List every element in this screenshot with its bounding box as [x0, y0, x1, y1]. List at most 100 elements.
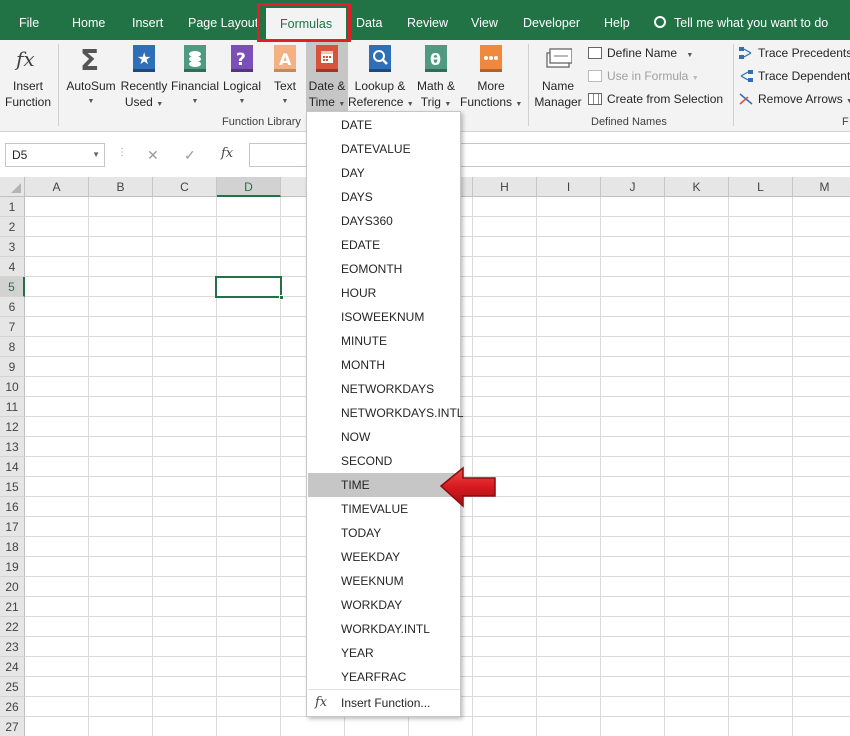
tab-home[interactable]: Home — [72, 0, 105, 40]
tab-page-layout[interactable]: Page Layout — [188, 0, 258, 40]
row-header-3[interactable]: 3 — [0, 237, 25, 257]
function-item-today[interactable]: TODAY — [308, 521, 460, 545]
math-trig-button[interactable]: θ Math & Trig ▼ — [413, 44, 459, 113]
row-header-24[interactable]: 24 — [0, 657, 25, 677]
column-header-b[interactable]: B — [89, 177, 153, 197]
row-header-4[interactable]: 4 — [0, 257, 25, 277]
define-name-button[interactable]: Define Name ▼ — [588, 43, 693, 63]
text-button[interactable]: A Text ▼ — [268, 44, 302, 110]
insert-function-fx-icon[interactable]: fx — [221, 146, 233, 161]
insert-function-menu-label: Insert Function... — [341, 696, 431, 710]
lookup-reference-button[interactable]: Lookup & Reference ▼ — [348, 44, 414, 113]
function-item-days360[interactable]: DAYS360 — [308, 209, 460, 233]
row-header-23[interactable]: 23 — [0, 637, 25, 657]
function-item-time[interactable]: TIME — [308, 473, 460, 497]
select-all-corner[interactable] — [0, 177, 25, 197]
more-functions-button[interactable]: More Functions ▼ — [460, 44, 522, 113]
function-item-day[interactable]: DAY — [308, 161, 460, 185]
autosum-button[interactable]: Σ AutoSum ▼ — [63, 44, 119, 110]
cancel-x-icon[interactable]: ✕ — [147, 147, 159, 164]
column-header-k[interactable]: K — [665, 177, 729, 197]
row-header-16[interactable]: 16 — [0, 497, 25, 517]
row-header-19[interactable]: 19 — [0, 557, 25, 577]
row-header-22[interactable]: 22 — [0, 617, 25, 637]
row-header-14[interactable]: 14 — [0, 457, 25, 477]
column-header-i[interactable]: I — [537, 177, 601, 197]
function-item-weekday[interactable]: WEEKDAY — [308, 545, 460, 569]
function-item-now[interactable]: NOW — [308, 425, 460, 449]
function-item-weeknum[interactable]: WEEKNUM — [308, 569, 460, 593]
row-header-17[interactable]: 17 — [0, 517, 25, 537]
function-item-minute[interactable]: MINUTE — [308, 329, 460, 353]
insert-function-menu-item[interactable]: fx Insert Function... — [308, 691, 460, 715]
function-item-workday[interactable]: WORKDAY — [308, 593, 460, 617]
insert-function-button[interactable]: fx Insert Function — [5, 44, 51, 110]
tab-developer[interactable]: Developer — [523, 0, 580, 40]
fill-handle[interactable] — [279, 295, 284, 300]
row-header-6[interactable]: 6 — [0, 297, 25, 317]
function-item-isoweeknum[interactable]: ISOWEEKNUM — [308, 305, 460, 329]
row-header-11[interactable]: 11 — [0, 397, 25, 417]
row-header-9[interactable]: 9 — [0, 357, 25, 377]
row-header-10[interactable]: 10 — [0, 377, 25, 397]
function-item-hour[interactable]: HOUR — [308, 281, 460, 305]
row-header-21[interactable]: 21 — [0, 597, 25, 617]
active-cell-d5[interactable] — [215, 276, 284, 300]
tab-insert[interactable]: Insert — [132, 0, 163, 40]
trace-precedents-button[interactable]: Trace Precedents — [739, 43, 850, 63]
function-item-days[interactable]: DAYS — [308, 185, 460, 209]
function-item-edate[interactable]: EDATE — [308, 233, 460, 257]
column-header-m[interactable]: M — [793, 177, 850, 197]
tell-me-search[interactable]: Tell me what you want to do — [654, 0, 828, 40]
function-item-yearfrac[interactable]: YEARFRAC — [308, 665, 460, 689]
function-item-timevalue[interactable]: TIMEVALUE — [308, 497, 460, 521]
row-header-5[interactable]: 5 — [0, 277, 25, 297]
function-item-eomonth[interactable]: EOMONTH — [308, 257, 460, 281]
function-item-workday-intl[interactable]: WORKDAY.INTL — [308, 617, 460, 641]
logical-button[interactable]: ? Logical ▼ — [221, 44, 263, 110]
name-manager-button[interactable]: Name Manager — [533, 44, 583, 110]
tab-review[interactable]: Review — [407, 0, 448, 40]
column-header-a[interactable]: A — [25, 177, 89, 197]
row-header-1[interactable]: 1 — [0, 197, 25, 217]
tab-view[interactable]: View — [471, 0, 498, 40]
create-from-selection-button[interactable]: Create from Selection — [588, 89, 723, 109]
financial-button[interactable]: Financial ▼ — [170, 44, 220, 110]
row-header-20[interactable]: 20 — [0, 577, 25, 597]
remove-arrows-button[interactable]: Remove Arrows ▼ — [739, 89, 850, 109]
date-time-button[interactable]: Date & Time ▼ — [306, 42, 348, 112]
function-item-date[interactable]: DATE — [308, 113, 460, 137]
trace-dependents-button[interactable]: Trace Dependents — [739, 66, 850, 86]
chevron-down-icon[interactable]: ▼ — [92, 144, 100, 166]
function-item-networkdays-intl[interactable]: NETWORKDAYS.INTL — [308, 401, 463, 425]
row-header-18[interactable]: 18 — [0, 537, 25, 557]
function-item-year[interactable]: YEAR — [308, 641, 460, 665]
function-item-datevalue[interactable]: DATEVALUE — [308, 137, 460, 161]
row-header-25[interactable]: 25 — [0, 677, 25, 697]
row-header-12[interactable]: 12 — [0, 417, 25, 437]
column-header-l[interactable]: L — [729, 177, 793, 197]
tab-help[interactable]: Help — [604, 0, 630, 40]
recently-used-button[interactable]: ★ Recently Used ▼ — [118, 44, 170, 113]
row-header-7[interactable]: 7 — [0, 317, 25, 337]
row-header-2[interactable]: 2 — [0, 217, 25, 237]
row-header-26[interactable]: 26 — [0, 697, 25, 717]
function-item-networkdays[interactable]: NETWORKDAYS — [308, 377, 460, 401]
column-header-h[interactable]: H — [473, 177, 537, 197]
function-item-second[interactable]: SECOND — [308, 449, 460, 473]
sigma-icon: Σ — [76, 44, 106, 74]
row-header-13[interactable]: 13 — [0, 437, 25, 457]
tab-file[interactable]: File — [19, 0, 39, 40]
column-header-d[interactable]: D — [217, 177, 281, 197]
fx-icon: fx — [13, 44, 43, 74]
tab-data[interactable]: Data — [356, 0, 382, 40]
column-header-c[interactable]: C — [153, 177, 217, 197]
row-header-27[interactable]: 27 — [0, 717, 25, 736]
row-header-15[interactable]: 15 — [0, 477, 25, 497]
function-item-month[interactable]: MONTH — [308, 353, 460, 377]
row-header-8[interactable]: 8 — [0, 337, 25, 357]
name-box[interactable]: D5 ▼ — [5, 143, 105, 167]
column-header-j[interactable]: J — [601, 177, 665, 197]
check-icon[interactable]: ✓ — [184, 147, 196, 164]
use-in-formula-button[interactable]: Use in Formula ▼ — [588, 66, 699, 86]
